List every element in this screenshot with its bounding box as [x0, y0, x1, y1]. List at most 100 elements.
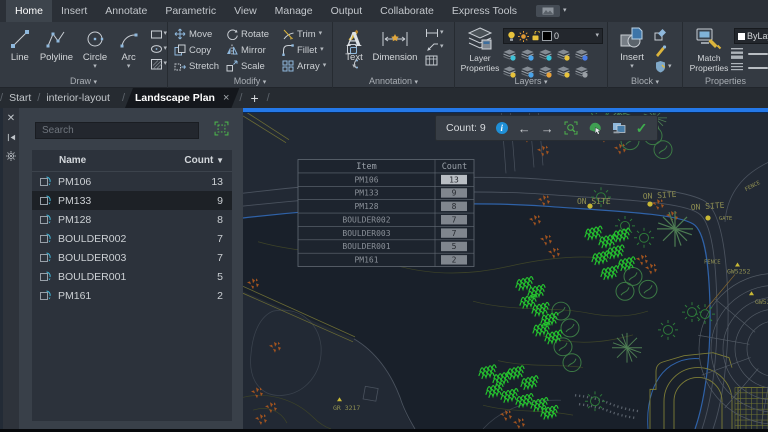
chevron-down-icon: ▾	[563, 8, 567, 14]
mirror-icon	[226, 44, 238, 56]
file-tab-interior-layout[interactable]: interior-layout	[40, 88, 116, 108]
layer-tool-icon[interactable]	[539, 48, 552, 61]
next-instance-button[interactable]: →	[541, 122, 554, 135]
layer-select[interactable]: 0 ▾	[503, 28, 603, 44]
list-item-boulder001[interactable]: BOULDER001 5	[32, 267, 232, 286]
table-button[interactable]	[425, 55, 444, 66]
polyline-button[interactable]: Polyline	[35, 22, 79, 63]
layer-properties-button[interactable]: Layer Properties	[459, 22, 501, 73]
new-tab-button[interactable]: +	[242, 90, 266, 106]
item-count: 9	[217, 195, 232, 207]
scale-button[interactable]: Scale	[226, 58, 282, 74]
menu-tab-insert[interactable]: Insert	[52, 0, 96, 22]
list-item-pm128[interactable]: PM128 8	[32, 210, 232, 229]
insert-button[interactable]: Insert ▾	[614, 22, 650, 70]
auto-hide-icon[interactable]	[7, 133, 16, 142]
column-name[interactable]: Name	[32, 155, 184, 166]
table-cell-count: 9	[452, 189, 457, 198]
rectangle-button[interactable]: ▾	[150, 28, 168, 40]
table-cell-count: 2	[452, 256, 457, 265]
dimension-button[interactable]: Dimension	[369, 22, 421, 63]
arc-button[interactable]: Arc▾	[112, 22, 146, 70]
menu-tab-view[interactable]: View	[225, 0, 266, 22]
zoom-to-selection-icon[interactable]	[564, 121, 578, 135]
block-edit-icon	[654, 28, 667, 41]
block-authoring-icon	[654, 60, 667, 73]
info-icon[interactable]: i	[496, 122, 508, 134]
column-count[interactable]: Count ▼	[184, 155, 232, 166]
panel-label-modify[interactable]: Modify ▾	[168, 75, 332, 88]
match-properties-button[interactable]: Match Properties	[687, 22, 731, 73]
leader-icon	[425, 41, 439, 52]
item-name: BOULDER001	[58, 271, 217, 283]
panel-block: Insert ▾ ▾ Block ▾	[608, 22, 683, 88]
line-button[interactable]: Line	[5, 22, 35, 63]
list-item-boulder002[interactable]: BOULDER002 7	[32, 229, 232, 248]
search-input[interactable]	[35, 122, 199, 139]
close-tab-icon[interactable]: ×	[223, 88, 229, 108]
object-color-select[interactable]: ByLayer	[734, 28, 768, 44]
ellipse-button[interactable]: ▾	[150, 43, 168, 55]
panel-label-block[interactable]: Block ▾	[608, 75, 682, 88]
gear-icon[interactable]	[6, 151, 16, 161]
linear-dimension-button[interactable]: ▾	[425, 28, 444, 38]
menu-tab-annotate[interactable]: Annotate	[96, 0, 156, 22]
panel-label-properties[interactable]: Properties	[683, 75, 768, 88]
edit-attributes-button[interactable]	[654, 44, 672, 57]
insert-count-table-icon[interactable]	[612, 121, 626, 135]
menu-tab-home[interactable]: Home	[6, 0, 52, 22]
panel-annotation: A Text ▾ Dimension ▾ ▾ Annotation ▾	[333, 22, 455, 88]
list-item-boulder003[interactable]: BOULDER003 7	[32, 248, 232, 267]
circle-button[interactable]: Circle▾	[78, 22, 112, 70]
menu-tab-manage[interactable]: Manage	[266, 0, 322, 22]
ribbon-options-button[interactable]: ▾	[536, 5, 567, 17]
file-tab-landscape-plan[interactable]: Landscape Plan ×	[125, 88, 239, 108]
block-reference-icon	[39, 251, 53, 264]
text-button[interactable]: A Text ▾	[339, 22, 369, 70]
rotate-button[interactable]: Rotate	[226, 26, 282, 42]
close-icon[interactable]: ✕	[7, 113, 15, 124]
mirror-button[interactable]: Mirror	[226, 42, 282, 58]
array-icon	[282, 60, 294, 72]
layer-tool-icon[interactable]	[557, 48, 570, 61]
menu-tab-parametric[interactable]: Parametric	[156, 0, 225, 22]
panel-label-annotation[interactable]: Annotation ▾	[333, 75, 454, 88]
panel-label-draw[interactable]: Draw ▾	[0, 75, 167, 88]
lineweight-select[interactable]	[731, 48, 768, 59]
list-item-pm161[interactable]: PM161 2	[32, 286, 232, 305]
linetype-select[interactable]	[731, 63, 768, 72]
file-tab-start[interactable]: Start	[3, 88, 37, 108]
item-name: PM133	[58, 195, 217, 207]
layer-on-icon	[507, 31, 516, 42]
layer-tool-icon[interactable]	[521, 48, 534, 61]
list-item-pm133[interactable]: PM133 9	[32, 191, 232, 210]
select-counted-icon[interactable]	[588, 121, 602, 135]
menu-tab-collaborate[interactable]: Collaborate	[371, 0, 443, 22]
list-item-pm106[interactable]: PM106 13	[32, 172, 232, 191]
block-edit-button[interactable]	[654, 28, 672, 41]
list-header[interactable]: Name Count ▼	[32, 150, 232, 172]
drawing-canvas[interactable]: ON SITEON SITEON SITEGATEFENCEFENCEGW525…	[243, 108, 768, 429]
panel-properties: Match Properties ByLayer	[683, 22, 768, 88]
previous-instance-button[interactable]: ←	[518, 122, 531, 135]
copy-button[interactable]: Copy	[174, 42, 226, 58]
drawing-label: FENCE	[704, 260, 721, 266]
layer-tool-icon[interactable]	[575, 48, 588, 61]
layer-properties-icon	[467, 26, 493, 52]
select-objects-icon[interactable]	[214, 121, 229, 136]
block-authoring-button[interactable]: ▾	[654, 60, 672, 73]
leader-button[interactable]: ▾	[425, 41, 444, 52]
finish-count-icon[interactable]: ✓	[636, 121, 648, 135]
menu-tab-output[interactable]: Output	[322, 0, 372, 22]
copy-icon	[174, 44, 186, 56]
panel-label-layers[interactable]: Layers ▾	[455, 75, 607, 88]
table-cell-count: 7	[452, 215, 457, 224]
stretch-button[interactable]: Stretch	[174, 58, 226, 74]
menu-tab-express-tools[interactable]: Express Tools	[443, 0, 526, 22]
table-header: Count	[442, 161, 468, 171]
layer-tool-icon[interactable]	[503, 48, 516, 61]
move-button[interactable]: Move	[174, 26, 226, 42]
stretch-icon	[174, 60, 186, 72]
hatch-button[interactable]: ▾	[150, 58, 168, 70]
block-reference-icon	[39, 175, 53, 188]
